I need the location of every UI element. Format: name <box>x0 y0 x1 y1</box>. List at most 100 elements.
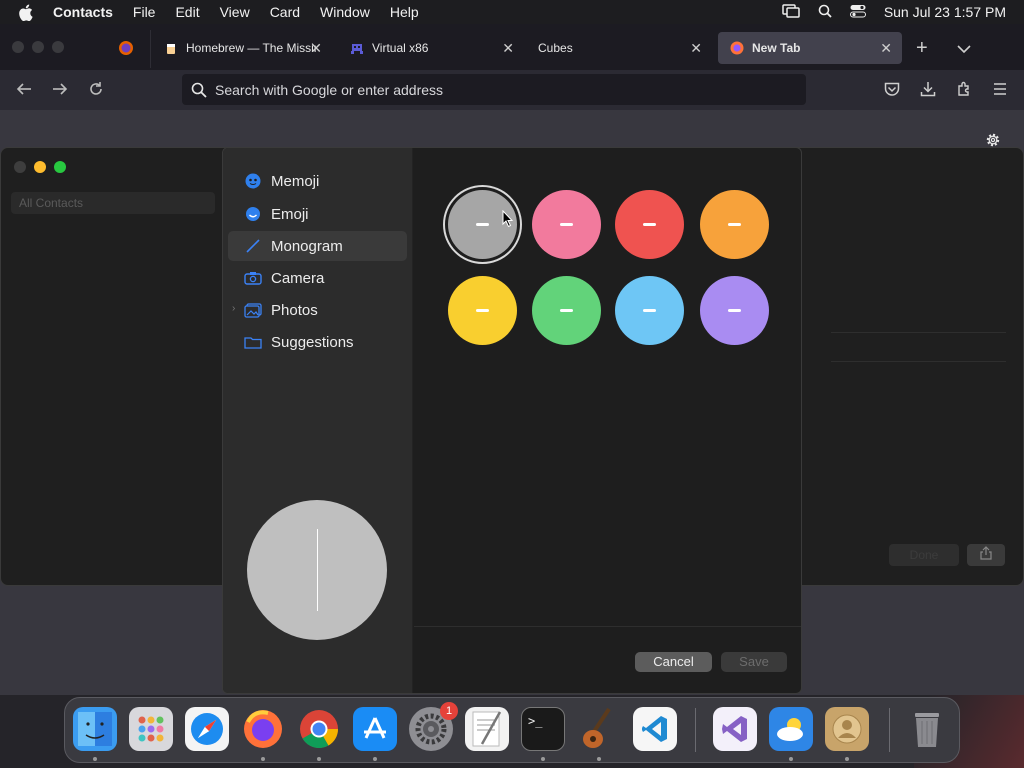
monogram-preview[interactable] <box>247 500 387 640</box>
tab-virtual-x86[interactable]: Virtual x86 ✕ <box>338 32 524 64</box>
sidebar-item-photos[interactable]: › Photos <box>228 295 407 325</box>
close-tab-icon[interactable]: ✕ <box>502 40 514 57</box>
dock-contacts-icon[interactable] <box>825 707 869 751</box>
tab-label: Virtual x86 <box>372 41 429 55</box>
sidebar-item-label: Monogram <box>271 237 343 255</box>
sidebar-item-all-contacts[interactable]: All Contacts <box>11 192 215 214</box>
dock-chrome-icon[interactable] <box>297 707 341 751</box>
divider <box>831 332 1006 333</box>
color-swatch[interactable] <box>532 276 601 345</box>
dock-launchpad-icon[interactable] <box>129 707 173 751</box>
sidebar-item-monogram[interactable]: Monogram <box>228 231 407 261</box>
extensions-puzzle-icon[interactable] <box>955 80 973 98</box>
tab-cubes[interactable]: Cubes ✕ <box>526 32 712 64</box>
running-indicator <box>845 757 849 761</box>
firefox-view-icon[interactable] <box>118 40 134 61</box>
memoji-icon <box>244 172 262 190</box>
menu-window[interactable]: Window <box>320 4 370 20</box>
menu-app-name[interactable]: Contacts <box>53 4 113 20</box>
apple-menu-icon[interactable] <box>18 4 36 21</box>
sidebar-item-label: Memoji <box>271 172 320 190</box>
hamburger-menu-icon[interactable] <box>991 80 1009 98</box>
dock-firefox-icon[interactable] <box>241 707 285 751</box>
running-indicator <box>373 757 377 761</box>
back-arrow-icon[interactable] <box>15 80 33 98</box>
save-button[interactable]: Save <box>721 652 787 672</box>
spotlight-search-icon[interactable] <box>818 4 832 21</box>
close-tab-icon[interactable]: ✕ <box>690 40 702 57</box>
running-indicator <box>789 757 793 761</box>
dock-vscode-icon[interactable] <box>633 707 677 751</box>
screen-mirroring-icon[interactable] <box>782 3 800 21</box>
running-indicator <box>261 757 265 761</box>
color-swatch[interactable] <box>700 190 769 259</box>
dock-visual-studio-icon[interactable] <box>713 707 757 751</box>
pocket-icon[interactable] <box>883 80 901 98</box>
tab-homebrew[interactable]: Homebrew — The Missin ✕ <box>152 32 332 64</box>
dock-garageband-icon[interactable] <box>577 707 621 751</box>
tab-label: New Tab <box>752 41 801 55</box>
running-indicator <box>93 757 97 761</box>
cancel-button[interactable]: Cancel <box>635 652 712 672</box>
menu-view[interactable]: View <box>220 4 250 20</box>
camera-icon <box>244 269 262 287</box>
downloads-icon[interactable] <box>919 80 937 98</box>
dock-textedit-icon[interactable] <box>465 707 509 751</box>
close-tab-icon[interactable]: ✕ <box>310 40 322 57</box>
text-caret <box>317 529 318 611</box>
dock-weather-icon[interactable] <box>769 707 813 751</box>
share-button[interactable] <box>967 544 1005 566</box>
minimize-window-button[interactable] <box>34 161 46 173</box>
color-swatch[interactable] <box>615 190 684 259</box>
sidebar-item-camera[interactable]: Camera <box>228 263 407 293</box>
color-swatch[interactable] <box>532 190 601 259</box>
sidebar-item-label: Emoji <box>271 205 309 223</box>
disclosure-chevron-icon[interactable]: › <box>232 303 235 314</box>
dock-terminal-icon[interactable]: >_ <box>521 707 565 751</box>
done-button[interactable]: Done <box>889 544 959 566</box>
firefox-icon <box>730 41 744 55</box>
monogram-placeholder-dash <box>643 223 656 226</box>
monogram-placeholder-dash <box>560 223 573 226</box>
zoom-window-button[interactable] <box>52 41 64 53</box>
menu-help[interactable]: Help <box>390 4 419 20</box>
sidebar-item-memoji[interactable]: Memoji <box>228 166 407 196</box>
monogram-placeholder-dash <box>643 309 656 312</box>
dock-trash-icon[interactable] <box>905 707 949 751</box>
tab-separator <box>150 30 151 68</box>
sidebar-item-suggestions[interactable]: Suggestions <box>228 327 407 357</box>
new-tab-plus-icon[interactable]: + <box>916 37 928 60</box>
divider <box>831 361 1006 362</box>
address-bar[interactable]: Search with Google or enter address <box>182 74 806 105</box>
color-swatch[interactable] <box>615 276 684 345</box>
profile-picture-picker: Memoji Emoji Monogram Camera › Photos Su… <box>222 147 802 694</box>
color-swatch[interactable] <box>448 276 517 345</box>
control-center-icon[interactable] <box>849 4 866 21</box>
running-indicator <box>597 757 601 761</box>
menubar-clock[interactable]: Sun Jul 23 1:57 PM <box>884 4 1006 20</box>
close-window-button[interactable] <box>14 161 26 173</box>
search-icon <box>191 82 207 98</box>
dock-finder-icon[interactable] <box>73 707 117 751</box>
minimize-window-button[interactable] <box>32 41 44 53</box>
dock-safari-icon[interactable] <box>185 707 229 751</box>
close-tab-icon[interactable]: ✕ <box>880 40 892 57</box>
address-bar-placeholder: Search with Google or enter address <box>215 81 444 98</box>
menu-edit[interactable]: Edit <box>175 4 199 20</box>
reload-icon[interactable] <box>87 80 105 98</box>
sidebar-item-label: Camera <box>271 269 325 287</box>
menu-card[interactable]: Card <box>270 4 300 20</box>
close-window-button[interactable] <box>12 41 24 53</box>
forward-arrow-icon[interactable] <box>51 80 69 98</box>
list-all-tabs-chevron-icon[interactable] <box>957 41 971 59</box>
dock-separator <box>889 708 890 752</box>
menu-file[interactable]: File <box>133 4 156 20</box>
dock-app-store-icon[interactable] <box>353 707 397 751</box>
sidebar-item-emoji[interactable]: Emoji <box>228 199 407 229</box>
monogram-placeholder-dash <box>560 309 573 312</box>
color-swatch[interactable] <box>700 276 769 345</box>
tab-label: Cubes <box>538 41 573 55</box>
gear-icon[interactable] <box>985 132 1001 148</box>
tab-new-tab[interactable]: New Tab ✕ <box>718 32 902 64</box>
zoom-window-button[interactable] <box>54 161 66 173</box>
